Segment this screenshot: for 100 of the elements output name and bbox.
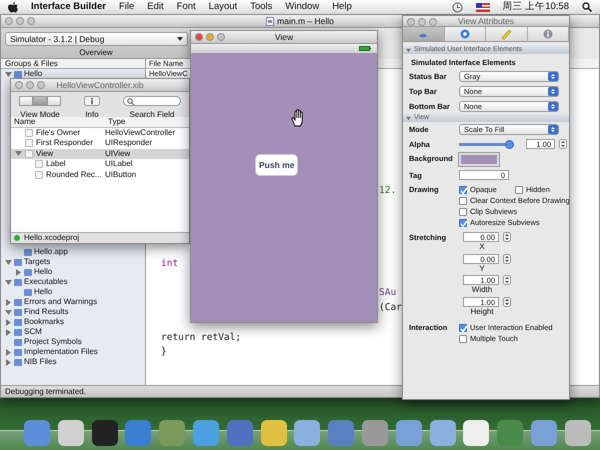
color-well[interactable] [459, 153, 499, 166]
menu-item[interactable]: File [118, 1, 134, 13]
disclosure-triangle-icon[interactable] [406, 114, 411, 122]
menu-item[interactable]: Help [332, 1, 352, 13]
folder-icon[interactable] [531, 420, 558, 446]
object-name[interactable]: Label [46, 159, 66, 170]
apple-logo-icon[interactable] [8, 1, 18, 13]
minimize-button[interactable] [418, 18, 426, 26]
checkbox[interactable] [459, 196, 467, 204]
connections-tab[interactable] [444, 27, 486, 41]
tree-item[interactable]: Find Results [24, 307, 68, 317]
disclosure-triangle-icon[interactable] [5, 308, 12, 316]
checkbox[interactable] [515, 186, 523, 194]
dropdown-arrows-icon [548, 72, 558, 81]
search-field[interactable] [123, 96, 181, 106]
identity-tab[interactable] [528, 27, 569, 41]
selected-row[interactable]: View UIView [11, 148, 189, 159]
object-name[interactable]: File's Owner [36, 128, 80, 138]
close-button[interactable] [407, 18, 415, 26]
zoom-button[interactable] [429, 18, 437, 26]
size-tab[interactable] [486, 27, 528, 41]
object-name[interactable]: View [36, 148, 54, 159]
tree-item[interactable]: Implementation Files [24, 347, 98, 357]
checkbox[interactable] [459, 208, 467, 216]
disclosure-triangle-icon[interactable] [5, 278, 12, 286]
disclosure-triangle-icon[interactable] [5, 318, 12, 326]
zoom-button[interactable] [37, 81, 45, 89]
tree-item[interactable]: Hello [34, 287, 52, 297]
connections-icon [460, 29, 470, 39]
attributes-tab[interactable] [403, 27, 444, 41]
minimize-button[interactable] [16, 17, 24, 25]
disclosure-triangle-icon[interactable] [15, 268, 22, 276]
tree-item[interactable]: Executables [24, 277, 68, 287]
disclosure-triangle-icon[interactable] [5, 358, 12, 366]
object-type: UIView [105, 148, 130, 159]
app-icon[interactable] [463, 420, 490, 446]
checkbox[interactable] [459, 186, 467, 194]
close-button[interactable] [195, 33, 203, 41]
folder-icon[interactable] [430, 420, 456, 446]
trash-icon[interactable] [564, 420, 591, 446]
tree-item[interactable]: NIB Files [24, 357, 56, 367]
tree-item[interactable]: Targets [24, 257, 50, 267]
zoom-button[interactable] [27, 17, 35, 25]
app-icon[interactable] [92, 420, 118, 446]
slider-thumb[interactable] [504, 140, 514, 149]
window-title: View [274, 32, 294, 42]
minimize-button[interactable] [26, 81, 34, 89]
folder-icon[interactable] [396, 420, 422, 446]
stepper-icon[interactable] [559, 139, 567, 149]
search-icon[interactable] [582, 2, 592, 12]
stepper-icon[interactable] [503, 232, 511, 242]
checkbox[interactable] [459, 334, 467, 343]
tree-item[interactable]: Project Symbols [24, 337, 82, 347]
app-icon[interactable] [58, 420, 84, 446]
clock-icon[interactable] [452, 2, 463, 12]
tree-item[interactable]: Hello.app [34, 247, 68, 257]
tree-item[interactable]: Bookmarks [24, 317, 64, 327]
code-text: 12. [379, 184, 396, 196]
app-icon[interactable] [192, 420, 219, 446]
clock-text[interactable]: 周三 上午10:58 [502, 1, 569, 13]
disclosure-triangle-icon[interactable] [5, 348, 12, 356]
tree-item[interactable]: Hello [34, 267, 52, 277]
menu-item[interactable]: Window [285, 1, 320, 13]
view-mode-button[interactable] [47, 96, 61, 106]
info-icon[interactable] [84, 96, 100, 106]
stepper-icon[interactable] [503, 275, 511, 286]
stepper-icon[interactable] [503, 296, 511, 307]
disclosure-triangle-icon[interactable] [406, 46, 411, 54]
close-button[interactable] [15, 81, 23, 89]
menu-item[interactable]: Layout [208, 1, 238, 13]
object-name[interactable]: Rounded Rec... [46, 170, 102, 180]
slider-track[interactable] [459, 140, 514, 149]
object-name[interactable]: First Responder [36, 138, 93, 148]
disclosure-triangle-icon[interactable] [15, 150, 22, 158]
zoom-button[interactable] [217, 33, 225, 41]
minimize-button[interactable] [206, 33, 214, 41]
push-me-button[interactable]: Push me [255, 154, 298, 176]
app-menu[interactable]: Interface Builder [31, 1, 106, 13]
stepper-icon[interactable] [503, 254, 511, 264]
checkbox[interactable] [459, 218, 467, 226]
app-icon[interactable] [260, 420, 287, 446]
app-icon[interactable] [294, 420, 320, 446]
scheme-dropdown[interactable]: Simulator - 3.1.2 | Debug [5, 32, 188, 46]
tree-item[interactable]: SCM [24, 327, 42, 337]
toolbar-label: Overview [78, 48, 114, 58]
app-icon[interactable] [362, 420, 388, 446]
field-caption: Width [472, 285, 494, 295]
menu-item[interactable]: Edit [147, 1, 164, 13]
menu-item[interactable]: Font [176, 1, 196, 13]
view-mode-button[interactable] [19, 96, 33, 106]
close-button[interactable] [5, 17, 13, 25]
disclosure-triangle-icon[interactable] [5, 298, 12, 306]
tree-item[interactable]: Errors and Warnings [24, 297, 98, 307]
flag-icon[interactable] [476, 2, 490, 12]
menu-item[interactable]: Tools [250, 1, 272, 13]
disclosure-triangle-icon[interactable] [5, 70, 12, 78]
disclosure-triangle-icon[interactable] [5, 328, 12, 336]
disclosure-triangle-icon[interactable] [5, 258, 12, 266]
tree-item[interactable]: Hello [24, 69, 42, 79]
checkbox[interactable] [459, 324, 467, 332]
